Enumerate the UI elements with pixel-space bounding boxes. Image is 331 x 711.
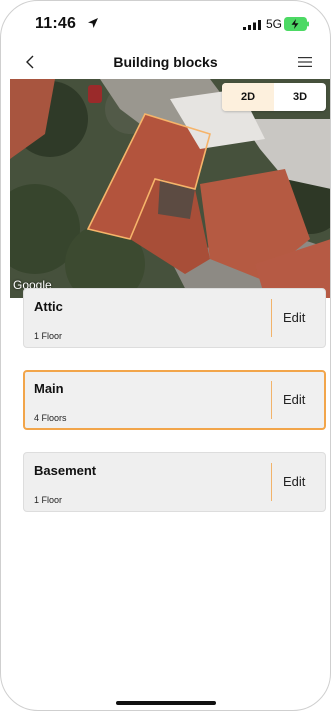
block-name: Basement xyxy=(34,463,97,478)
signal-icon xyxy=(243,20,261,30)
card-divider xyxy=(271,381,272,419)
battery-charging-icon xyxy=(284,17,309,31)
location-arrow-icon xyxy=(88,18,98,28)
block-floor-count: 4 Floors xyxy=(34,413,67,423)
card-divider xyxy=(271,299,272,337)
block-name: Attic xyxy=(34,299,63,314)
home-indicator[interactable] xyxy=(116,701,216,705)
hamburger-menu-icon[interactable] xyxy=(298,56,312,68)
edit-button[interactable]: Edit xyxy=(283,474,305,489)
card-divider xyxy=(271,463,272,501)
satellite-imagery xyxy=(10,79,330,298)
view-mode-toggle: 2D 3D xyxy=(222,83,326,111)
status-bar: 11:46 5G xyxy=(1,1,330,45)
satellite-map[interactable]: 2D 3D Google xyxy=(10,79,330,298)
edit-button[interactable]: Edit xyxy=(283,310,305,325)
block-floor-count: 1 Floor xyxy=(34,495,63,505)
page-title: Building blocks xyxy=(113,54,218,70)
block-floor-count: 1 Floor xyxy=(34,331,63,341)
block-card-basement[interactable]: Basement 1 Floor Edit xyxy=(23,452,326,512)
phone-frame: 11:46 5G Building blocks 2D 3D Google At… xyxy=(0,0,331,711)
view-2d-button[interactable]: 2D xyxy=(222,83,274,111)
block-card-main[interactable]: Main 4 Floors Edit xyxy=(23,370,326,430)
edit-button[interactable]: Edit xyxy=(283,392,305,407)
block-name: Main xyxy=(34,381,64,396)
network-type: 5G xyxy=(266,17,283,31)
block-card-attic[interactable]: Attic 1 Floor Edit xyxy=(23,288,326,348)
navigation-bar: Building blocks xyxy=(1,45,330,79)
status-time: 11:46 xyxy=(35,15,77,32)
view-3d-button[interactable]: 3D xyxy=(274,83,326,111)
